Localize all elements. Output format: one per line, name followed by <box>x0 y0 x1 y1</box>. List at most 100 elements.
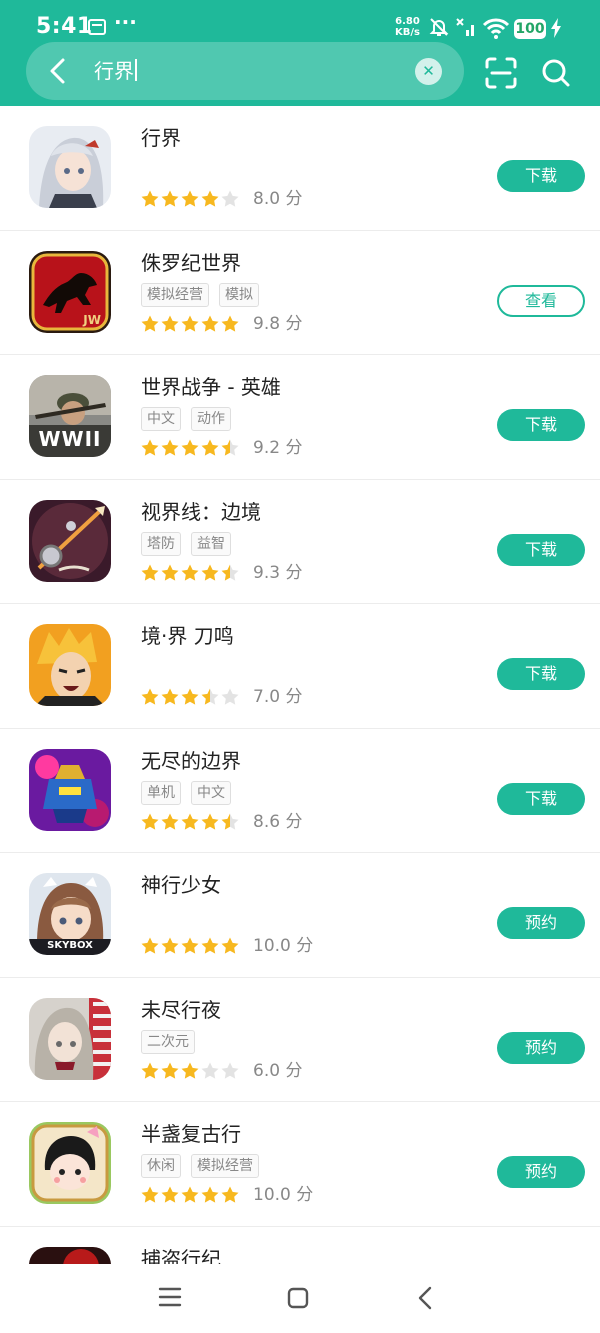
star-icon <box>201 564 219 581</box>
app-icon[interactable]: WWII <box>29 375 111 457</box>
download-button[interactable]: 下载 <box>497 533 585 566</box>
star-icon <box>221 937 239 954</box>
download-button[interactable]: 下载 <box>497 160 585 192</box>
app-icon[interactable] <box>29 624 111 706</box>
app-icon[interactable]: JW <box>29 250 111 333</box>
search-query-text: 行界 <box>94 59 134 83</box>
rating-stars <box>140 314 240 336</box>
robot-warrior-icon <box>29 748 111 831</box>
star-icon <box>161 813 179 830</box>
star-icon <box>181 1186 199 1203</box>
star-icon <box>181 190 199 207</box>
search-box[interactable]: 行界 ✕ <box>26 42 464 100</box>
tag[interactable]: 中文 <box>191 780 231 805</box>
search-input[interactable]: 行界 <box>94 56 137 86</box>
star-icon <box>161 564 179 581</box>
status-time: 5:41 <box>36 14 93 39</box>
app-title[interactable]: 无尽的边界 <box>141 748 241 774</box>
anime-hero-icon <box>29 624 111 706</box>
tag[interactable]: 模拟 <box>219 282 259 307</box>
star-icon <box>201 315 219 332</box>
tag[interactable]: 塔防 <box>141 531 181 556</box>
app-icon[interactable] <box>29 997 111 1080</box>
star-icon <box>141 1186 159 1203</box>
back-icon[interactable] <box>417 1286 433 1310</box>
list-item[interactable]: 半盏复古行 休闲 模拟经营 10.0 分 预约 <box>0 1102 600 1227</box>
rating-stars <box>140 189 240 211</box>
app-score: 9.8 分 <box>253 313 303 334</box>
scan-icon[interactable] <box>484 56 518 90</box>
app-title[interactable]: 神行少女 <box>141 872 221 898</box>
star-icon <box>161 937 179 954</box>
star-icon <box>201 439 219 456</box>
reserve-button[interactable]: 预约 <box>497 1031 585 1064</box>
tag[interactable]: 模拟经营 <box>191 1154 259 1178</box>
reserve-button[interactable]: 预约 <box>497 1156 585 1188</box>
home-icon[interactable] <box>287 1287 309 1309</box>
app-title[interactable]: 侏罗纪世界 <box>141 250 241 276</box>
list-item[interactable]: 境·界 刀鸣 7.0 分 下载 <box>0 604 600 729</box>
icon-logo-text: SKYBOX <box>47 940 93 951</box>
app-title[interactable]: 视界线：边境 <box>141 499 261 525</box>
tag[interactable]: 二次元 <box>141 1029 195 1054</box>
list-item[interactable]: WWII 世界战争 - 英雄 中文 动作 9.2 分 下载 <box>0 355 600 480</box>
app-icon[interactable] <box>29 748 111 831</box>
app-title[interactable]: 行界 <box>141 125 181 151</box>
tag[interactable]: 中文 <box>141 407 181 431</box>
download-button[interactable]: 下载 <box>497 409 585 441</box>
list-item[interactable]: 行界 8.0 分 下载 <box>0 106 600 231</box>
list-item[interactable]: 视界线：边境 塔防 益智 9.3 分 下载 <box>0 480 600 604</box>
app-score: 9.2 分 <box>253 438 303 458</box>
no-signal-icon <box>456 18 474 36</box>
app-icon[interactable] <box>29 1246 111 1264</box>
list-item[interactable]: 无尽的边界 单机 中文 8.6 分 下载 <box>0 729 600 853</box>
top-bar: 5:41 ··· 6.80 KB/s 100 行界 ✕ <box>0 0 600 106</box>
star-icon <box>161 190 179 207</box>
app-title[interactable]: 未尽行夜 <box>141 997 221 1023</box>
icon-logo-text: JW <box>83 312 101 327</box>
list-item[interactable]: 捕盗行纪 <box>0 1227 600 1265</box>
app-tags: 单机 中文 <box>141 780 241 805</box>
search-icon[interactable] <box>540 56 572 90</box>
star-icon <box>221 1186 239 1203</box>
app-title[interactable]: 世界战争 - 英雄 <box>141 374 281 400</box>
app-score: 7.0 分 <box>253 687 303 707</box>
menu-icon[interactable] <box>158 1286 182 1308</box>
anime-girl-icon <box>29 126 111 208</box>
dark-warrior-icon <box>29 1246 111 1264</box>
tag[interactable]: 单机 <box>141 780 181 805</box>
back-arrow-icon[interactable] <box>44 56 72 86</box>
star-icon <box>221 813 239 830</box>
tag[interactable]: 动作 <box>191 407 231 431</box>
notification-app-icon <box>88 19 106 35</box>
star-icon <box>141 688 159 705</box>
app-title[interactable]: 境·界 刀鸣 <box>141 623 234 649</box>
wifi-icon <box>482 18 510 39</box>
app-tags: 塔防 益智 <box>141 531 241 556</box>
clear-search-button[interactable]: ✕ <box>415 58 442 85</box>
app-icon[interactable] <box>29 1122 111 1204</box>
app-icon[interactable]: SKYBOX <box>29 873 111 955</box>
list-item[interactable]: 未尽行夜 二次元 6.0 分 预约 <box>0 978 600 1102</box>
view-button[interactable]: 查看 <box>497 284 585 317</box>
download-button[interactable]: 下载 <box>497 658 585 690</box>
reserve-button[interactable]: 预约 <box>497 907 585 939</box>
tag[interactable]: 休闲 <box>141 1154 181 1178</box>
app-score: 8.6 分 <box>253 811 303 832</box>
network-speed-unit: KB/s <box>395 27 420 38</box>
tag[interactable]: 模拟经营 <box>141 282 209 307</box>
tag[interactable]: 益智 <box>191 531 231 556</box>
app-title[interactable]: 捕盗行纪 <box>141 1246 221 1265</box>
star-icon <box>141 564 159 581</box>
app-icon[interactable] <box>29 126 111 208</box>
app-title[interactable]: 半盏复古行 <box>141 1121 241 1147</box>
tower-defense-icon <box>29 499 111 582</box>
search-results-list[interactable]: 行界 8.0 分 下载 JW 侏罗纪世界 模拟经营 模拟 9.8 分 查看 WW… <box>0 106 600 1264</box>
more-notifications-icon: ··· <box>114 10 137 34</box>
anime-girl-icon <box>29 997 111 1080</box>
app-icon[interactable] <box>29 499 111 582</box>
download-button[interactable]: 下载 <box>497 782 585 815</box>
list-item[interactable]: JW 侏罗纪世界 模拟经营 模拟 9.8 分 查看 <box>0 231 600 355</box>
star-icon <box>181 937 199 954</box>
list-item[interactable]: SKYBOX 神行少女 10.0 分 预约 <box>0 853 600 978</box>
